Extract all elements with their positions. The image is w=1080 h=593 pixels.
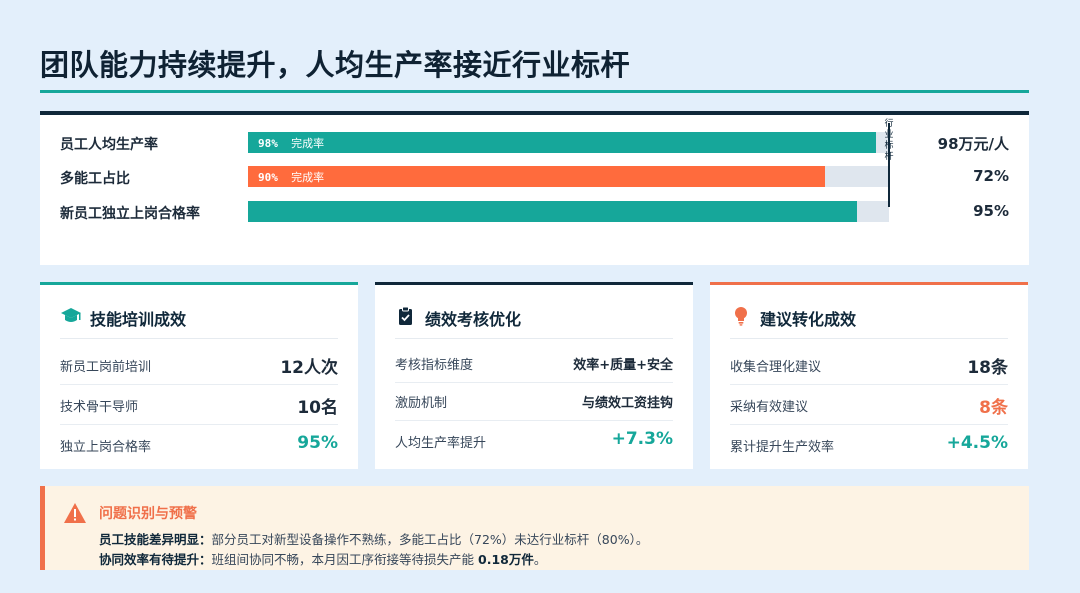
warning-item: 员工技能差异明显：部分员工对新型设备操作不熟练，多能工占比（72%）未达行业标杆… bbox=[99, 529, 648, 548]
row-label: 技术骨干导师 bbox=[60, 400, 139, 415]
card-header: 建议转化成效 bbox=[730, 305, 1008, 339]
warning-title: 问题识别与预警 bbox=[99, 506, 197, 522]
card-row: 采纳有效建议 8条 bbox=[730, 385, 1008, 425]
row-value: 12人次 bbox=[280, 358, 338, 378]
kpi-row-multiskill: 多能工占比 90% 完成率 72% bbox=[40, 166, 1029, 188]
row-label: 收集合理化建议 bbox=[730, 360, 822, 375]
kpi-progress-track bbox=[248, 201, 889, 222]
kpi-label: 员工人均生产率 bbox=[60, 137, 158, 153]
card-title: 建议转化成效 bbox=[760, 310, 857, 329]
kpi-row-productivity: 员工人均生产率 98% 完成率 98万元/人 bbox=[40, 132, 1029, 154]
kpi-progress-fill bbox=[248, 201, 857, 222]
lightbulb-icon bbox=[730, 305, 752, 327]
row-label: 人均生产率提升 bbox=[395, 436, 487, 451]
row-value: +4.5% bbox=[946, 433, 1008, 453]
row-value: 效率+质量+安全 bbox=[573, 358, 673, 373]
card-row: 独立上岗合格率 95% bbox=[60, 425, 338, 465]
kpi-progress-fill: 98% 完成率 bbox=[248, 132, 877, 153]
row-value: 95% bbox=[297, 433, 338, 453]
row-label: 考核指标维度 bbox=[395, 358, 474, 373]
warning-item-text: 班组间协同不畅，本月因工序衔接等待损失产能 bbox=[211, 552, 478, 567]
warning-panel: 问题识别与预警 员工技能差异明显：部分员工对新型设备操作不熟练，多能工占比（72… bbox=[40, 486, 1029, 570]
kpi-row-newhire: 新员工独立上岗合格率 95% bbox=[40, 201, 1029, 223]
row-value: 10名 bbox=[297, 398, 338, 418]
kpi-value: 98万元/人 bbox=[937, 135, 1009, 153]
performance-card: 绩效考核优化 考核指标维度 效率+质量+安全 激励机制 与绩效工资挂钩 人均生产… bbox=[375, 282, 693, 469]
warning-item-label: 员工技能差异明显： bbox=[99, 532, 212, 547]
kpi-progress-track: 98% 完成率 bbox=[248, 132, 889, 153]
row-label: 独立上岗合格率 bbox=[60, 440, 152, 455]
row-label: 激励机制 bbox=[395, 396, 448, 411]
kpi-fill-text: 98% 完成率 bbox=[258, 137, 325, 150]
kpi-value: 95% bbox=[973, 202, 1009, 220]
warning-item-tail: 。 bbox=[533, 552, 547, 567]
warning-triangle-icon bbox=[63, 502, 87, 524]
kpi-panel: 员工人均生产率 98% 完成率 98万元/人 多能工占比 90% 完成率 72%… bbox=[40, 111, 1029, 265]
row-label: 采纳有效建议 bbox=[730, 400, 809, 415]
card-title: 技能培训成效 bbox=[90, 310, 187, 329]
warning-item: 协同效率有待提升：班组间协同不畅，本月因工序衔接等待损失产能 0.18万件。 bbox=[99, 549, 546, 568]
card-row: 考核指标维度 效率+质量+安全 bbox=[395, 343, 673, 383]
card-title: 绩效考核优化 bbox=[425, 310, 522, 329]
kpi-progress-fill: 90% 完成率 bbox=[248, 166, 825, 187]
row-value: +7.3% bbox=[611, 429, 673, 449]
row-value: 与绩效工资挂钩 bbox=[581, 396, 673, 411]
warning-item-highlight: 0.18万件 bbox=[478, 552, 534, 567]
card-row: 累计提升生产效率 +4.5% bbox=[730, 425, 1008, 465]
row-label: 累计提升生产效率 bbox=[730, 440, 835, 455]
card-row: 激励机制 与绩效工资挂钩 bbox=[395, 381, 673, 421]
row-label: 新员工岗前培训 bbox=[60, 360, 152, 375]
benchmark-label: 行业标杆 bbox=[884, 119, 894, 162]
graduation-cap-icon bbox=[60, 305, 82, 327]
kpi-label: 多能工占比 bbox=[60, 171, 130, 187]
page-title: 团队能力持续提升，人均生产率接近行业标杆 bbox=[40, 48, 631, 82]
title-divider bbox=[40, 90, 1029, 93]
card-header: 技能培训成效 bbox=[60, 305, 338, 339]
kpi-label: 新员工独立上岗合格率 bbox=[60, 206, 200, 222]
kpi-progress-track: 90% 完成率 bbox=[248, 166, 889, 187]
kpi-fill-text: 90% 完成率 bbox=[258, 171, 325, 184]
card-header: 绩效考核优化 bbox=[395, 305, 673, 339]
card-row: 人均生产率提升 +7.3% bbox=[395, 421, 673, 461]
warning-item-label: 协同效率有待提升： bbox=[99, 552, 212, 567]
warning-item-text: 部分员工对新型设备操作不熟练，多能工占比（72%）未达行业标杆（80%）。 bbox=[211, 532, 649, 547]
row-value: 8条 bbox=[979, 398, 1008, 418]
training-card: 技能培训成效 新员工岗前培训 12人次 技术骨干导师 10名 独立上岗合格率 9… bbox=[40, 282, 358, 469]
card-row: 技术骨干导师 10名 bbox=[60, 385, 338, 425]
clipboard-check-icon bbox=[395, 305, 417, 327]
row-value: 18条 bbox=[967, 358, 1008, 378]
card-row: 新员工岗前培训 12人次 bbox=[60, 345, 338, 385]
kpi-value: 72% bbox=[973, 167, 1009, 185]
card-row: 收集合理化建议 18条 bbox=[730, 345, 1008, 385]
suggestions-card: 建议转化成效 收集合理化建议 18条 采纳有效建议 8条 累计提升生产效率 +4… bbox=[710, 282, 1028, 469]
